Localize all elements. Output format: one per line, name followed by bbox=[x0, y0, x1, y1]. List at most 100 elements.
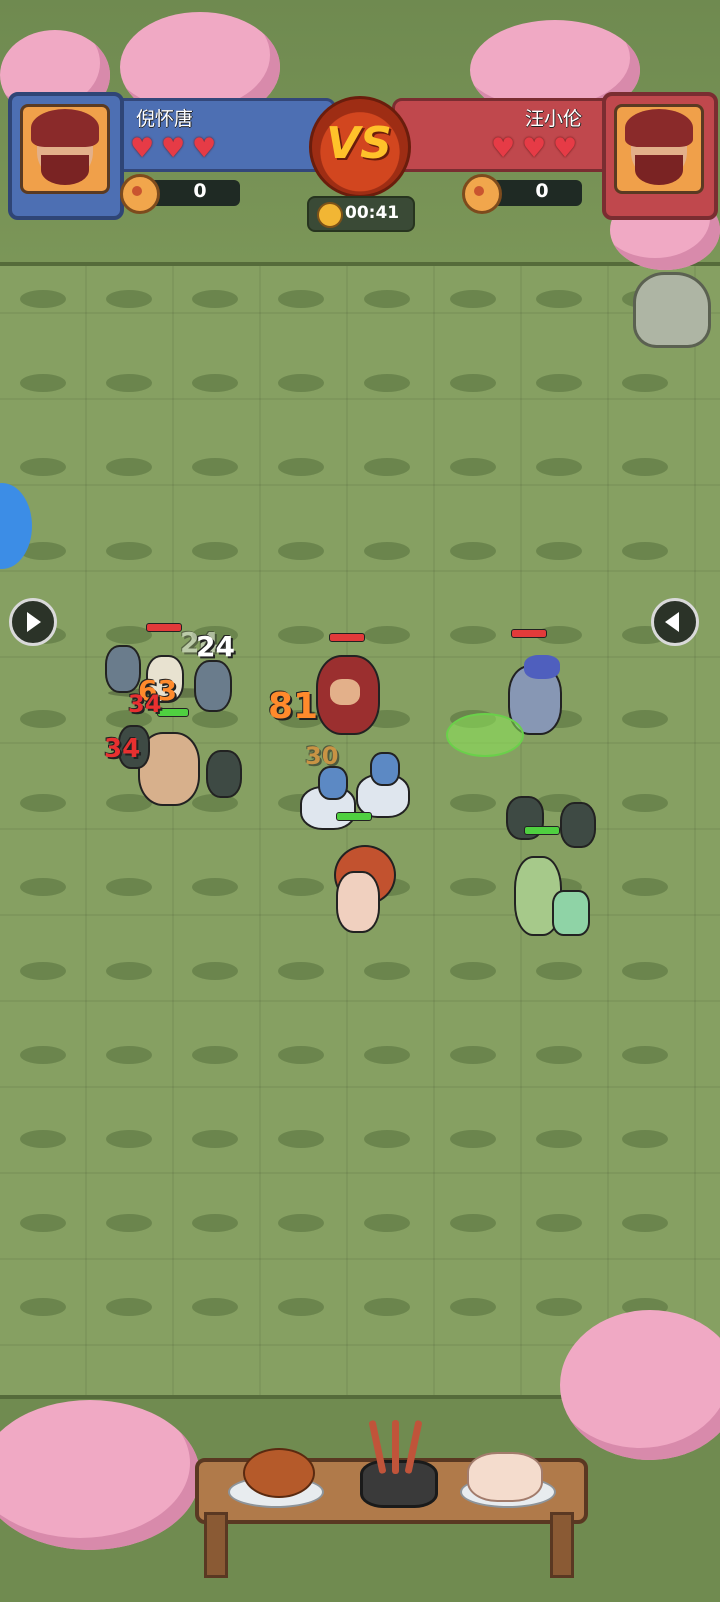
player-right-name: 汪小伦 bbox=[524, 108, 582, 130]
grass-tuft bbox=[20, 878, 66, 896]
player-right-coin-value: 0 bbox=[535, 180, 549, 202]
enemy-health-bar bbox=[511, 629, 547, 638]
grass-tuft bbox=[536, 374, 582, 392]
heart-icon: ♥ bbox=[161, 133, 186, 164]
grass-tuft bbox=[450, 458, 496, 476]
rider-body bbox=[370, 752, 400, 786]
grass-tuft bbox=[278, 626, 324, 644]
grass-tuft bbox=[622, 710, 668, 728]
grass-tuft bbox=[450, 1130, 496, 1148]
fan bbox=[552, 890, 590, 936]
grass-tuft bbox=[278, 290, 324, 308]
grass-tuft bbox=[536, 1046, 582, 1064]
grass-tuft bbox=[364, 626, 410, 644]
grass-tuft bbox=[278, 458, 324, 476]
lady-body bbox=[336, 871, 380, 933]
grass-tuft bbox=[192, 290, 238, 308]
grass-tuft bbox=[364, 962, 410, 980]
stopwatch-icon bbox=[317, 202, 343, 228]
roast-chicken-icon bbox=[243, 1448, 315, 1498]
grass-tuft bbox=[278, 1130, 324, 1148]
grass-tuft bbox=[20, 458, 66, 476]
heart-icon: ♥ bbox=[130, 133, 155, 164]
grass-tuft bbox=[20, 290, 66, 308]
grass-tuft bbox=[278, 542, 324, 560]
hero-hair bbox=[625, 109, 693, 147]
expand-left-button[interactable] bbox=[9, 598, 57, 646]
expand-right-button[interactable] bbox=[651, 598, 699, 646]
vs-label: VS bbox=[326, 118, 392, 169]
grass-tuft bbox=[20, 1130, 66, 1148]
coin-pouch-icon bbox=[462, 174, 502, 214]
grass-tuft bbox=[106, 878, 152, 896]
grass-tuft bbox=[622, 878, 668, 896]
soldier-body bbox=[105, 645, 141, 693]
grass-tuft bbox=[20, 794, 66, 812]
enemy-health-bar bbox=[146, 623, 182, 632]
grass-tuft bbox=[278, 878, 324, 896]
grass-tuft bbox=[450, 626, 496, 644]
grass-tuft bbox=[20, 1046, 66, 1064]
grass-tuft bbox=[192, 542, 238, 560]
damage-number: 24 bbox=[196, 630, 235, 663]
grass-tuft bbox=[364, 374, 410, 392]
grass-tuft bbox=[450, 290, 496, 308]
grass-tuft bbox=[450, 1046, 496, 1064]
grass-tuft bbox=[192, 962, 238, 980]
player-left-coins: 0 bbox=[120, 174, 246, 214]
grass-tuft bbox=[364, 1130, 410, 1148]
grass-tuft bbox=[364, 1214, 410, 1232]
hero-portrait bbox=[614, 104, 704, 194]
spin-slash bbox=[446, 713, 524, 757]
grass-tuft bbox=[536, 458, 582, 476]
grass-tuft bbox=[622, 542, 668, 560]
grass-tuft bbox=[106, 962, 152, 980]
hero-hair bbox=[31, 109, 99, 147]
grass-tuft bbox=[20, 1214, 66, 1232]
grass-tuft bbox=[192, 878, 238, 896]
grass-tuft bbox=[450, 794, 496, 812]
vs-badge: VS bbox=[309, 96, 411, 198]
grass-tuft bbox=[536, 290, 582, 308]
rider-body bbox=[318, 766, 348, 800]
player-left-name: 倪怀唐 bbox=[136, 108, 194, 130]
grass-tuft bbox=[364, 290, 410, 308]
chevron-left-icon bbox=[665, 612, 679, 632]
grass-tuft bbox=[450, 542, 496, 560]
table-leg bbox=[550, 1512, 574, 1578]
grass-tuft bbox=[450, 1298, 496, 1316]
incense-stick bbox=[392, 1420, 399, 1474]
player-right-panel: 汪小伦 ♥ ♥ ♥ 0 bbox=[392, 92, 718, 232]
grass-tuft bbox=[450, 1214, 496, 1232]
grass-tuft bbox=[622, 794, 668, 812]
player-right-avatar[interactable] bbox=[602, 92, 718, 220]
damage-number: 34 bbox=[128, 690, 162, 718]
player-left-avatar[interactable] bbox=[8, 92, 124, 220]
grass-tuft bbox=[20, 374, 66, 392]
incense-burner-icon bbox=[360, 1460, 438, 1508]
grass-tuft bbox=[278, 1214, 324, 1232]
grass-tuft bbox=[622, 1130, 668, 1148]
player-left-panel: 倪怀唐 ♥ ♥ ♥ 0 bbox=[8, 92, 336, 232]
grass-tuft bbox=[450, 374, 496, 392]
grass-tuft bbox=[192, 458, 238, 476]
player-right-coins: 0 bbox=[462, 174, 584, 214]
ally-health-bar bbox=[336, 812, 372, 821]
grass-tuft bbox=[20, 962, 66, 980]
damage-number: 34 bbox=[104, 734, 141, 764]
grass-tuft bbox=[622, 1214, 668, 1232]
grass-tuft bbox=[192, 1130, 238, 1148]
hero-beard bbox=[635, 155, 683, 185]
grass-tuft bbox=[106, 1298, 152, 1316]
ally-health-bar bbox=[524, 826, 560, 835]
grass-tuft bbox=[536, 1130, 582, 1148]
grass-tuft bbox=[278, 374, 324, 392]
table-leg bbox=[204, 1512, 228, 1578]
grass-tuft bbox=[106, 290, 152, 308]
grass-tuft bbox=[622, 458, 668, 476]
grass-tuft bbox=[364, 542, 410, 560]
grass-tuft bbox=[192, 710, 238, 728]
ally-health-bar bbox=[157, 708, 189, 717]
hero-portrait bbox=[20, 104, 110, 194]
grass-tuft bbox=[106, 1130, 152, 1148]
